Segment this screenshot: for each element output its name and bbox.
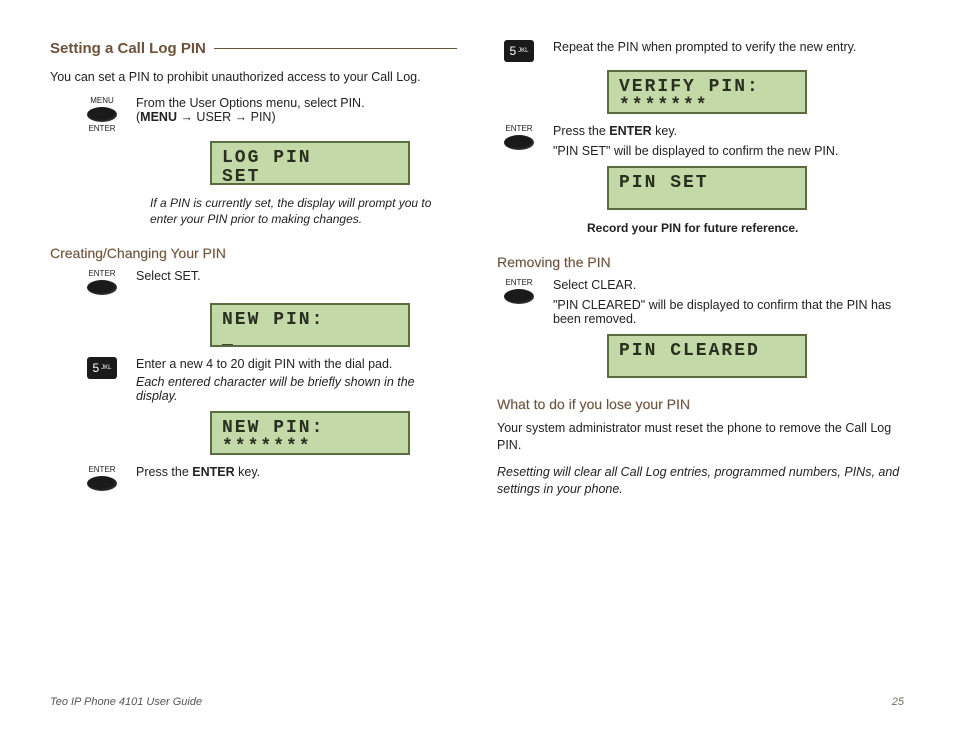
enter-label: ENTER	[88, 124, 115, 133]
menu-enter-button-icon: MENU ENTER	[80, 96, 124, 133]
enter-label: ENTER	[88, 269, 115, 278]
oval-button-icon	[87, 476, 117, 491]
step-enter-pin: Enter a new 4 to 20 digit PIN with the d…	[136, 357, 457, 371]
oval-button-icon	[87, 107, 117, 122]
enter-button-icon: ENTER	[80, 465, 124, 491]
enter-button-icon: ENTER	[80, 269, 124, 295]
page-title: Setting a Call Log PIN	[50, 40, 457, 57]
lose-pin-1: Your system administrator must reset the…	[497, 420, 904, 454]
lcd-new-pin-stars: NEW PIN: *******	[210, 411, 410, 455]
enter-label: ENTER	[505, 278, 532, 287]
step-select-set: Select SET.	[136, 269, 457, 283]
step-press-enter: Press the ENTER key.	[136, 465, 457, 479]
key-5-icon: 5JKL	[80, 357, 124, 379]
step-select-clear: Select CLEAR.	[553, 278, 904, 292]
intro-text: You can set a PIN to prohibit unauthoriz…	[50, 69, 457, 86]
enter-label: ENTER	[88, 465, 115, 474]
lcd-pin-set: PIN SET	[607, 166, 807, 210]
lose-pin-2: Resetting will clear all Call Log entrie…	[497, 464, 904, 498]
enter-button-icon: ENTER	[497, 124, 541, 150]
subheading-creating: Creating/Changing Your PIN	[50, 245, 457, 261]
record-pin-note: Record your PIN for future reference.	[587, 220, 904, 236]
subheading-lose-pin: What to do if you lose your PIN	[497, 396, 904, 412]
lcd-log-pin-set: LOG PIN SET	[210, 141, 410, 185]
footer-doc-title: Teo IP Phone 4101 User Guide	[50, 696, 202, 708]
lcd-pin-cleared: PIN CLEARED	[607, 334, 807, 378]
enter-label: ENTER	[505, 124, 532, 133]
step-press-enter: Press the ENTER key.	[553, 124, 904, 138]
step1-line2: (MENU → USER → PIN)	[136, 110, 457, 124]
oval-button-icon	[504, 289, 534, 304]
step-pin-cleared: "PIN CLEARED" will be displayed to confi…	[553, 298, 904, 326]
enter-button-icon: ENTER	[497, 278, 541, 304]
subheading-removing: Removing the PIN	[497, 254, 904, 270]
note-char-shown: Each entered character will be briefly s…	[136, 375, 457, 403]
lcd-verify-pin: VERIFY PIN: *******	[607, 70, 807, 114]
note-existing-pin: If a PIN is currently set, the display w…	[150, 195, 457, 227]
step1-line1: From the User Options menu, select PIN.	[136, 96, 457, 110]
lcd-new-pin-blank: NEW PIN: _	[210, 303, 410, 347]
key-5-icon: 5JKL	[497, 40, 541, 62]
oval-button-icon	[87, 280, 117, 295]
menu-label: MENU	[90, 96, 114, 105]
step-pin-set-confirm: "PIN SET" will be displayed to confirm t…	[553, 144, 904, 158]
page-number: 25	[892, 696, 904, 708]
title-text: Setting a Call Log PIN	[50, 40, 206, 57]
step-repeat-pin: Repeat the PIN when prompted to verify t…	[553, 40, 904, 54]
oval-button-icon	[504, 135, 534, 150]
